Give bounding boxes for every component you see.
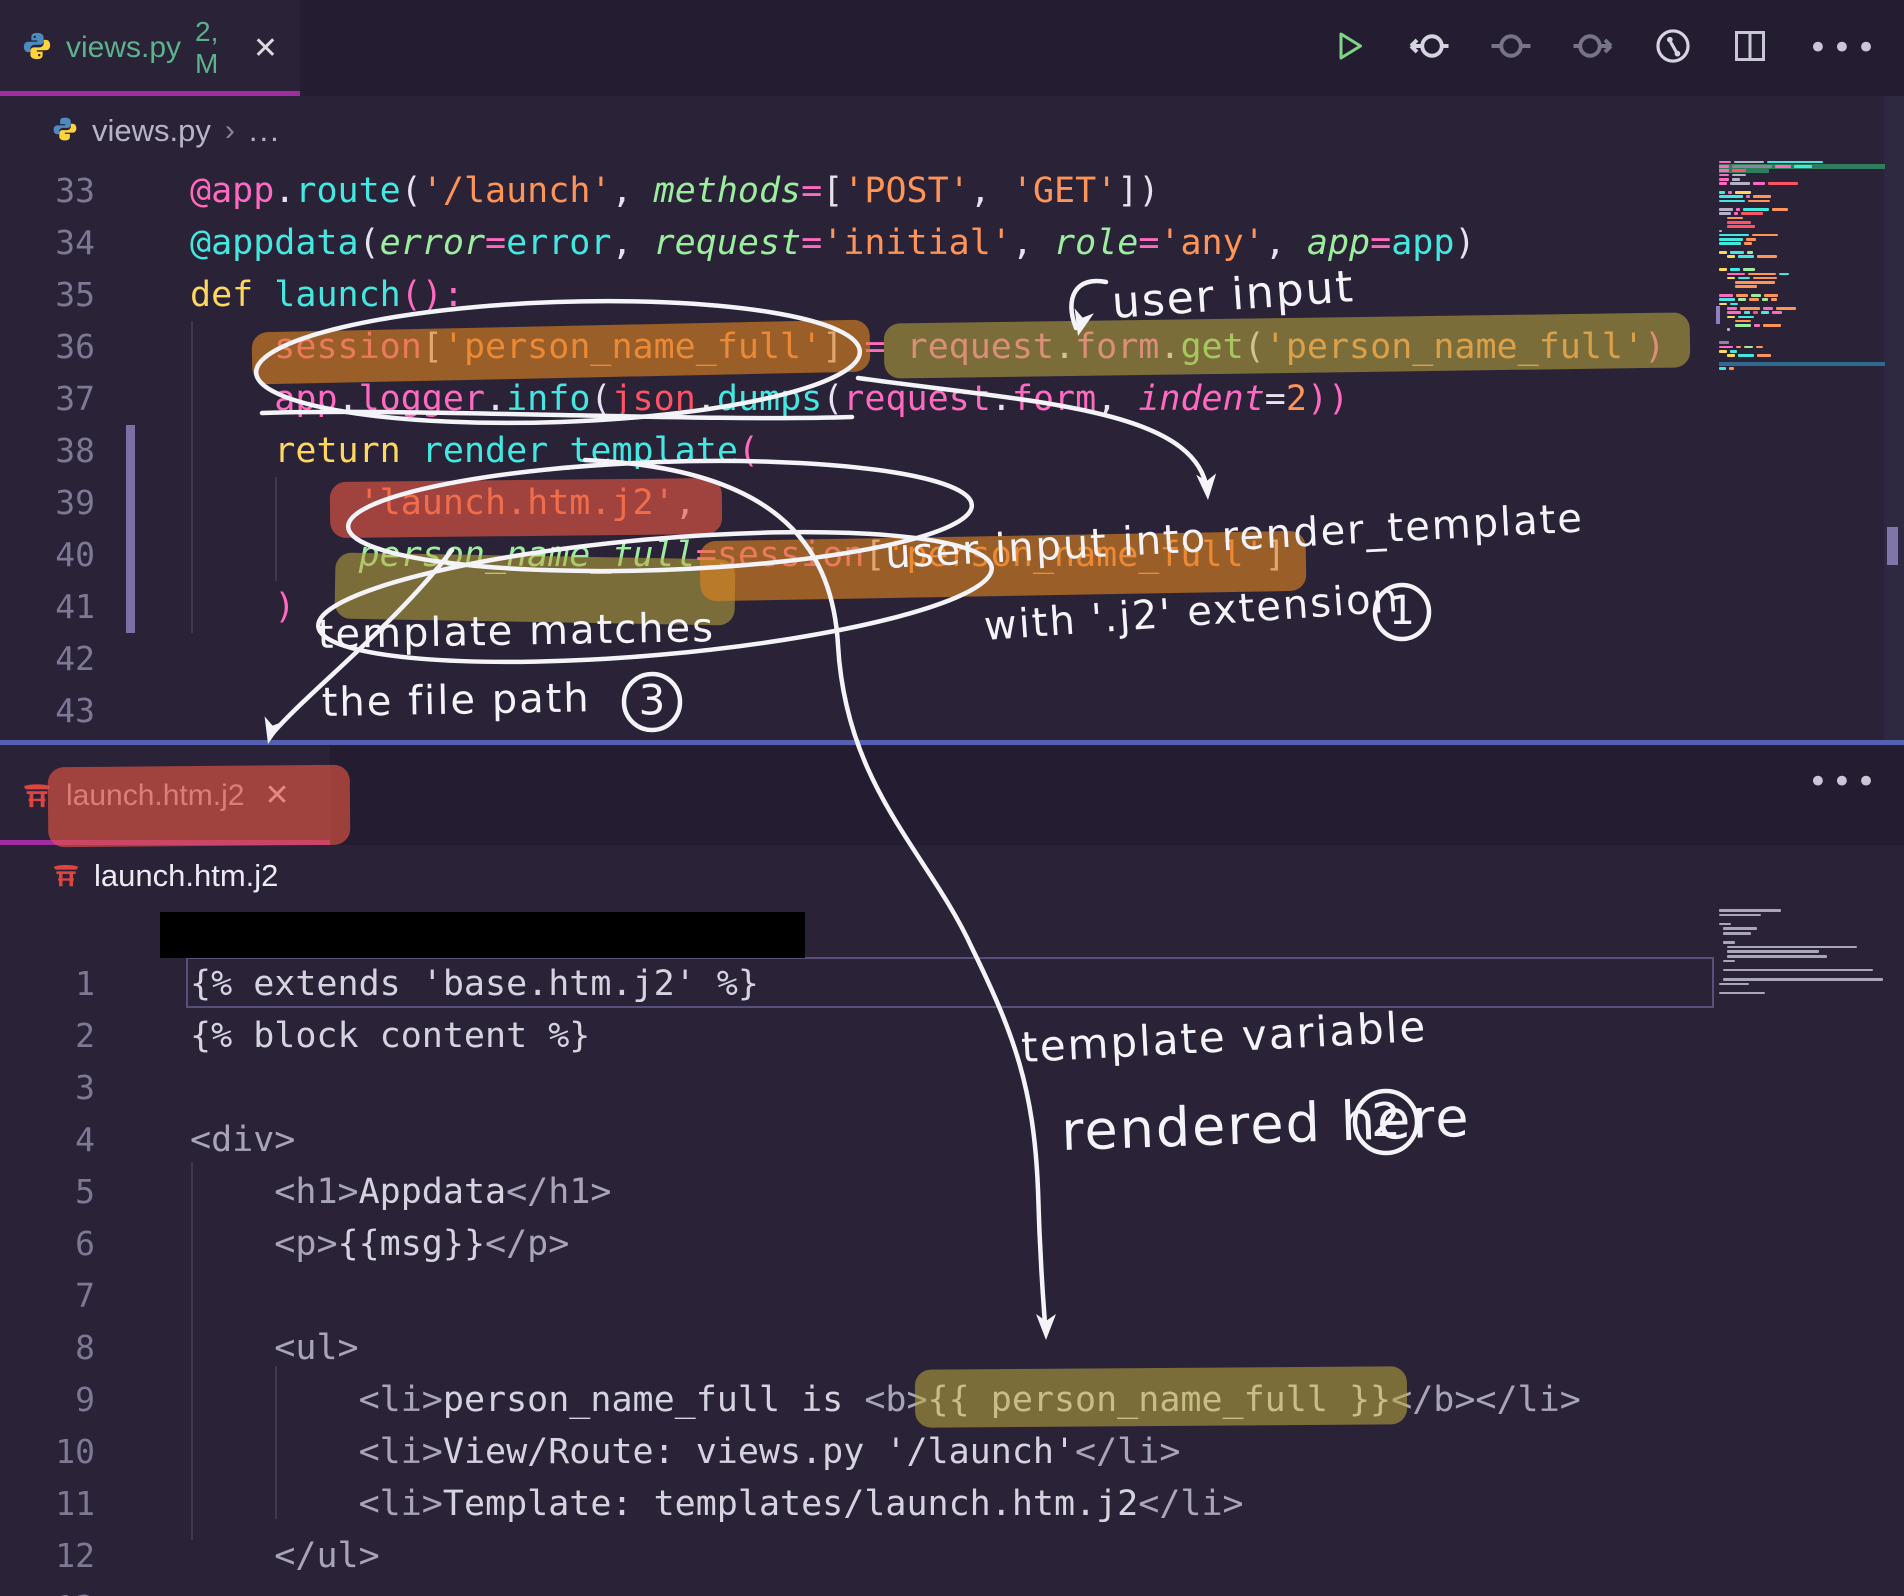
line-number: 38 bbox=[0, 425, 95, 477]
code-text: {% block content %} bbox=[190, 1010, 590, 1062]
line-number: 10 bbox=[0, 1426, 95, 1478]
step-forward-icon[interactable] bbox=[1572, 28, 1614, 68]
code-line-34[interactable]: 34 @appdata(error=error, request='initial… bbox=[0, 217, 1880, 269]
highlight-personnamefull-line40 bbox=[334, 553, 735, 626]
jinja-file-icon bbox=[52, 860, 80, 893]
run-python-file-icon[interactable] bbox=[1332, 28, 1368, 68]
code-line-6[interactable]: 6 <p>{{msg}}</p> bbox=[0, 1218, 1880, 1270]
line-number: 2 bbox=[0, 1010, 95, 1062]
highlight-session-line40 bbox=[700, 531, 1307, 602]
line-number: 1 bbox=[0, 958, 95, 1010]
python-file-icon bbox=[22, 31, 52, 65]
chevron-right-icon: › bbox=[225, 114, 235, 148]
code-line-39[interactable]: 39 'launch.htm.j2', bbox=[0, 477, 1880, 529]
line-number: 8 bbox=[0, 1322, 95, 1374]
python-file-icon bbox=[52, 116, 78, 147]
code-line-4[interactable]: 4 <div> bbox=[0, 1114, 1880, 1166]
breadcrumb-symbol[interactable]: ... bbox=[249, 113, 281, 149]
highlight-template-var-line9 bbox=[915, 1366, 1407, 1427]
indent-guide bbox=[191, 321, 193, 633]
code-line-42[interactable]: 42 bbox=[0, 633, 1880, 685]
highlight-tab-launch bbox=[48, 765, 351, 848]
line-number: 13 bbox=[0, 1582, 95, 1596]
line-number: 6 bbox=[0, 1218, 95, 1270]
breadcrumb-file[interactable]: launch.htm.j2 bbox=[94, 858, 278, 894]
line-number: 4 bbox=[0, 1114, 95, 1166]
code-text: return render_template( bbox=[190, 425, 759, 477]
indent-guide bbox=[275, 1366, 277, 1519]
line-number: 34 bbox=[0, 217, 95, 269]
breadcrumb-file[interactable]: views.py bbox=[92, 113, 211, 149]
line-number: 7 bbox=[0, 1270, 95, 1322]
code-text: <h1>Appdata</h1> bbox=[190, 1166, 611, 1218]
minimap-line bbox=[1719, 991, 1885, 996]
highlight-requestform-line36 bbox=[884, 312, 1691, 378]
code-text: <li>View/Route: views.py '/launch'</li> bbox=[190, 1426, 1180, 1478]
current-line-highlight bbox=[186, 957, 1714, 1008]
code-line-10[interactable]: 10 <li>View/Route: views.py '/launch'</l… bbox=[0, 1426, 1880, 1478]
line-number: 40 bbox=[0, 529, 95, 581]
line-number: 5 bbox=[0, 1166, 95, 1218]
code-line-43[interactable]: 43 bbox=[0, 685, 1880, 737]
code-text: @appdata(error=error, request='initial',… bbox=[190, 217, 1476, 269]
tab-modified-badge: 2, M bbox=[195, 16, 233, 80]
more-actions-icon[interactable]: ••• bbox=[1808, 28, 1880, 68]
line-number: 9 bbox=[0, 1374, 95, 1426]
code-line-12[interactable]: 12 </ul> bbox=[0, 1530, 1880, 1582]
code-line-33[interactable]: 33 @app.route('/launch', methods=['POST',… bbox=[0, 165, 1880, 217]
line-number: 37 bbox=[0, 373, 95, 425]
scrollbar-track[interactable] bbox=[1884, 96, 1904, 740]
code-text: ) bbox=[190, 581, 295, 633]
indent-guide bbox=[191, 1162, 193, 1540]
minimap-top[interactable] bbox=[1719, 160, 1885, 371]
breadcrumb-bottom[interactable]: launch.htm.j2 bbox=[0, 845, 1904, 907]
line-number: 39 bbox=[0, 477, 95, 529]
more-actions-icon[interactable]: ••• bbox=[1808, 762, 1880, 802]
redaction-black-bar bbox=[160, 912, 805, 958]
code-text: def launch(): bbox=[190, 269, 464, 321]
line-number: 3 bbox=[0, 1062, 95, 1114]
code-line-2[interactable]: 2 {% block content %} bbox=[0, 1010, 1880, 1062]
split-editor-icon[interactable] bbox=[1732, 28, 1768, 68]
scrollbar-thumb[interactable] bbox=[1887, 527, 1898, 565]
minimap-bottom[interactable] bbox=[1719, 908, 1885, 995]
code-line-38[interactable]: 38 return render_template( bbox=[0, 425, 1880, 477]
line-number: 35 bbox=[0, 269, 95, 321]
line-number: 36 bbox=[0, 321, 95, 373]
minimap-line bbox=[1719, 366, 1885, 370]
minimap-modified-bar bbox=[1716, 306, 1720, 324]
tab-title: views.py bbox=[66, 31, 181, 65]
code-line-8[interactable]: 8 <ul> bbox=[0, 1322, 1880, 1374]
line-number: 33 bbox=[0, 165, 95, 217]
line-number: 12 bbox=[0, 1530, 95, 1582]
step-back-icon[interactable] bbox=[1408, 28, 1450, 68]
modified-lines-gutter bbox=[126, 425, 135, 633]
code-text: <li>Template: templates/launch.htm.j2</l… bbox=[190, 1478, 1244, 1530]
vscode-window: views.py 2, M ✕ ••• bbox=[0, 0, 1904, 1596]
code-line-3[interactable]: 3 bbox=[0, 1062, 1880, 1114]
editor-group-separator[interactable] bbox=[0, 740, 1904, 745]
code-text: <div> bbox=[190, 1114, 295, 1166]
close-tab-icon[interactable]: ✕ bbox=[253, 31, 278, 66]
code-line-5[interactable]: 5 <h1>Appdata</h1> bbox=[0, 1166, 1880, 1218]
indent-guide bbox=[275, 477, 277, 581]
code-text: @app.route('/launch', methods=['POST', '… bbox=[190, 165, 1159, 217]
editor-actions: ••• bbox=[1332, 0, 1904, 96]
code-line-13[interactable]: 13 bbox=[0, 1582, 1880, 1596]
code-text: <p>{{msg}}</p> bbox=[190, 1218, 569, 1270]
code-text: </ul> bbox=[190, 1530, 380, 1582]
code-line-7[interactable]: 7 bbox=[0, 1270, 1880, 1322]
line-number: 43 bbox=[0, 685, 95, 737]
line-number: 11 bbox=[0, 1478, 95, 1530]
highlight-template-name-line39 bbox=[330, 478, 723, 538]
gauge-icon[interactable] bbox=[1654, 27, 1692, 69]
tab-views-py[interactable]: views.py 2, M ✕ bbox=[0, 0, 300, 96]
record-toggle-icon[interactable] bbox=[1490, 28, 1532, 68]
tab-bar-top: views.py 2, M ✕ ••• bbox=[0, 0, 1904, 96]
code-line-11[interactable]: 11 <li>Template: templates/launch.htm.j2… bbox=[0, 1478, 1880, 1530]
line-number: 42 bbox=[0, 633, 95, 685]
line-number: 41 bbox=[0, 581, 95, 633]
breadcrumb-top[interactable]: views.py › ... bbox=[0, 96, 1904, 166]
